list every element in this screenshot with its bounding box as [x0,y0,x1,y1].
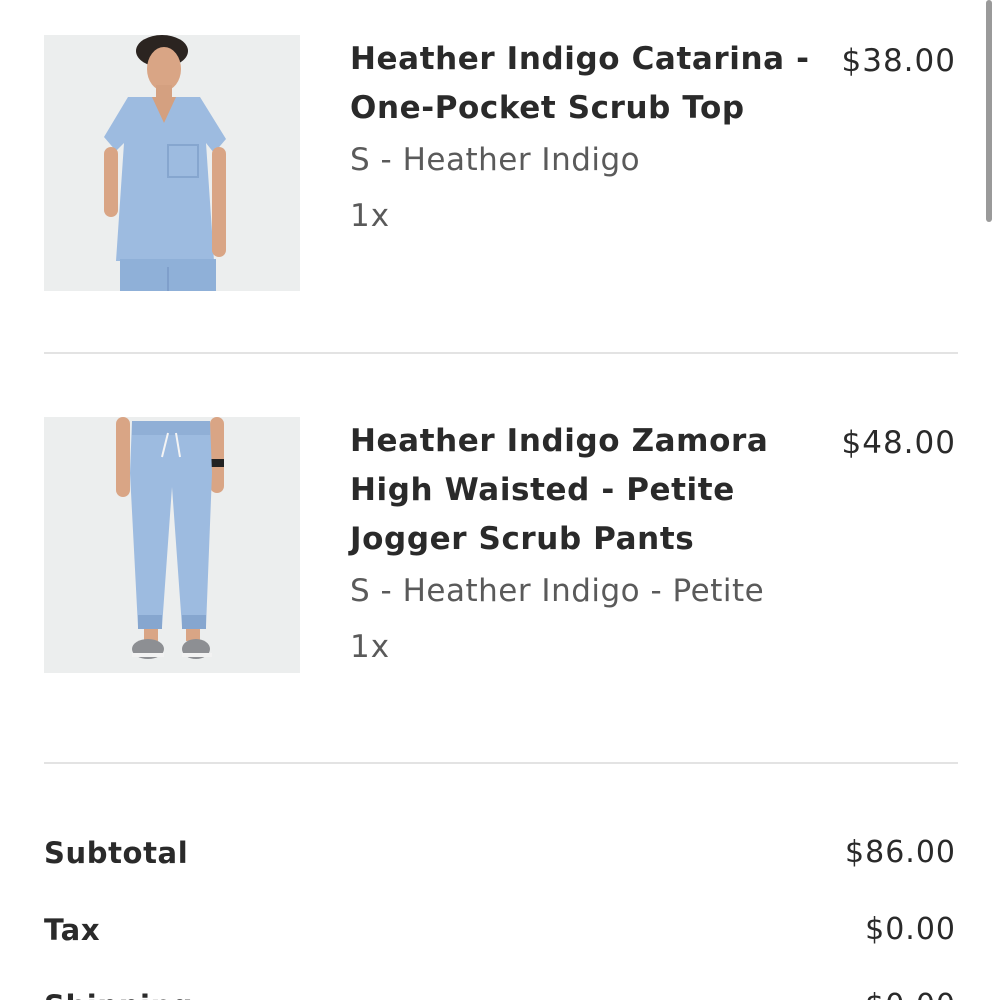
tax-label: Tax [44,913,101,947]
subtotal-label: Subtotal [44,836,189,870]
item-details: Heather Indigo Catarina - One-Pocket Scr… [350,35,810,241]
product-title-line: Heather Indigo Zamora [350,423,769,459]
subtotal-row: Subtotal $86.00 [44,831,956,875]
product-title[interactable]: Heather Indigo Catarina - One-Pocket Scr… [350,35,810,133]
divider [44,352,958,354]
product-quantity: 1x [350,198,391,234]
product-variant: S - Heather Indigo [350,142,641,178]
product-image-scrub-pants[interactable] [44,417,300,673]
tax-value: $0.00 [865,912,956,947]
shipping-value: $0.00 [865,984,956,1000]
product-image-scrub-top[interactable] [44,35,300,291]
product-variant: S - Heather Indigo - Petite [350,573,765,609]
product-title-line: Jogger Scrub Pants [350,521,695,557]
subtotal-value: $86.00 [845,835,956,870]
shipping-label: Shipping [44,984,193,1000]
tax-row: Tax $0.00 [44,908,956,952]
item-details: Heather Indigo Zamora High Waisted - Pet… [350,417,810,672]
product-title-line: High Waisted - Petite [350,472,735,508]
shipping-row: Shipping $0.00 [44,984,956,1000]
product-title[interactable]: Heather Indigo Zamora High Waisted - Pet… [350,417,810,564]
product-price: $38.00 [841,43,956,79]
product-price: $48.00 [841,425,956,461]
product-quantity: 1x [350,629,391,665]
product-title-line: One-Pocket Scrub Top [350,90,745,126]
cart-page: Heather Indigo Catarina - One-Pocket Scr… [0,0,1000,1000]
scrollbar[interactable] [986,0,992,222]
divider [44,762,958,764]
product-title-line: Heather Indigo Catarina - [350,41,810,77]
